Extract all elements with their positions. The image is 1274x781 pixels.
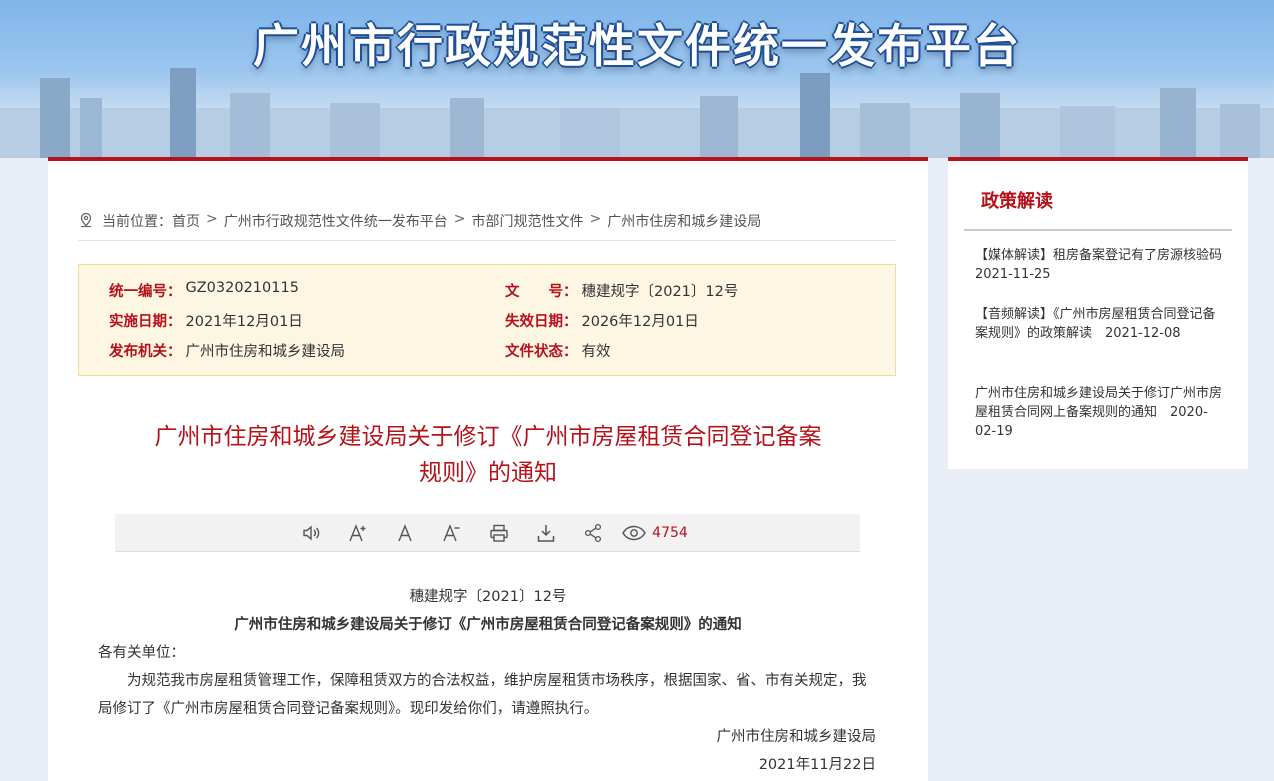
view-count-value: 4754 <box>652 524 688 541</box>
sidebar-item-audio[interactable]: 【音频解读】《广州市房屋租赁合同登记备案规则》的政策解读 2021-12-08 <box>975 305 1223 343</box>
print-icon <box>489 524 508 542</box>
reading-toolbar: 4754 <box>115 514 860 552</box>
doc-date: 2021年11月22日 <box>758 757 876 773</box>
sidebar-divider <box>964 229 1232 231</box>
expire-date-label: 失效日期： <box>505 314 578 330</box>
breadcrumb-separator: > <box>453 211 466 227</box>
city-skyline-image <box>0 68 1274 158</box>
view-count: 4754 <box>622 525 688 541</box>
print-button[interactable] <box>475 514 522 552</box>
font-increase-button[interactable] <box>334 514 381 552</box>
doc-signature: 广州市住房和城乡建设局 <box>716 729 877 745</box>
sidebar-item-notice[interactable]: 广州市住房和城乡建设局关于修订广州市房屋租赁合同网上备案规则的通知 2020-0… <box>975 384 1223 441</box>
breadcrumb-link-home[interactable]: 首页 <box>172 211 200 231</box>
sidebar-item-media[interactable]: 【媒体解读】租房备案登记有了房源核验码 2021-11-25 <box>975 246 1235 284</box>
status-value: 有效 <box>581 344 611 360</box>
breadcrumb-separator: > <box>206 211 218 227</box>
expire-date-value: 2026年12月01日 <box>581 314 699 330</box>
breadcrumb-prefix: 当前位置： <box>102 214 172 230</box>
font-decrease-button[interactable] <box>428 514 475 552</box>
read-aloud-button[interactable] <box>287 514 334 552</box>
location-pin-icon <box>80 212 92 228</box>
status-label: 文件状态： <box>505 344 578 360</box>
font-decrease-icon <box>443 523 460 541</box>
download-icon <box>537 524 554 542</box>
site-banner: 广州市行政规范性文件统一发布平台 <box>0 0 1274 158</box>
font-increase-icon <box>349 523 366 541</box>
font-default-button[interactable] <box>381 514 428 552</box>
impl-date-label: 实施日期： <box>109 314 182 330</box>
main-panel: 当前位置： 首页 > 广州市行政规范性文件统一发布平台 > 市部门规范性文件 >… <box>48 157 928 781</box>
issuer-value: 广州市住房和城乡建设局 <box>185 344 346 360</box>
eye-icon <box>622 525 646 540</box>
download-button[interactable] <box>522 514 569 552</box>
document-title-line: 规则》的通知 <box>419 460 557 486</box>
document-title: 广州市住房和城乡建设局关于修订《广州市房屋租赁合同登记备案 规则》的通知 <box>108 419 868 491</box>
font-default-icon <box>398 523 412 541</box>
serial-label: 统一编号： <box>109 284 182 300</box>
site-title: 广州市行政规范性文件统一发布平台 <box>253 19 1021 73</box>
impl-date-value: 2021年12月01日 <box>185 314 303 330</box>
sidebar-title: 政策解读 <box>981 191 1053 212</box>
breadcrumb-link-department-docs[interactable]: 市部门规范性文件 <box>471 211 583 231</box>
breadcrumb-link-bureau[interactable]: 广州市住房和城乡建设局 <box>607 211 761 231</box>
doc-salutation: 各有关单位： <box>98 645 185 661</box>
docno-label: 文 号： <box>505 284 578 300</box>
document-body: 穗建规字〔2021〕12号 广州市住房和城乡建设局关于修订《广州市房屋租赁合同登… <box>98 583 878 779</box>
docno-value: 穗建规字〔2021〕12号 <box>581 284 739 300</box>
doc-paragraph: 为规范我市房屋租赁管理工作，保障租赁双方的合法权益，维护房屋租赁市场秩序，根据国… <box>98 673 867 717</box>
issuer-label: 发布机关： <box>109 344 182 360</box>
doc-number: 穗建规字〔2021〕12号 <box>409 589 567 605</box>
serial-value: GZ0320210115 <box>185 280 299 296</box>
document-title-line: 广州市住房和城乡建设局关于修订《广州市房屋租赁合同登记备案 <box>154 424 822 450</box>
breadcrumb-separator: > <box>589 211 602 227</box>
breadcrumb-link-platform[interactable]: 广州市行政规范性文件统一发布平台 <box>224 211 448 231</box>
share-button[interactable] <box>569 514 616 552</box>
share-icon <box>584 523 601 542</box>
document-meta-box: 统一编号： GZ0320210115 文 号： 穗建规字〔2021〕12号 实施… <box>78 264 896 376</box>
policy-interpretation-sidebar: 政策解读 【媒体解读】租房备案登记有了房源核验码 2021-11-25 【音频解… <box>948 157 1248 469</box>
speaker-icon <box>302 524 319 541</box>
doc-heading: 广州市住房和城乡建设局关于修订《广州市房屋租赁合同登记备案规则》的通知 <box>234 617 742 633</box>
breadcrumb: 当前位置： 首页 > 广州市行政规范性文件统一发布平台 > 市部门规范性文件 >… <box>78 211 896 241</box>
